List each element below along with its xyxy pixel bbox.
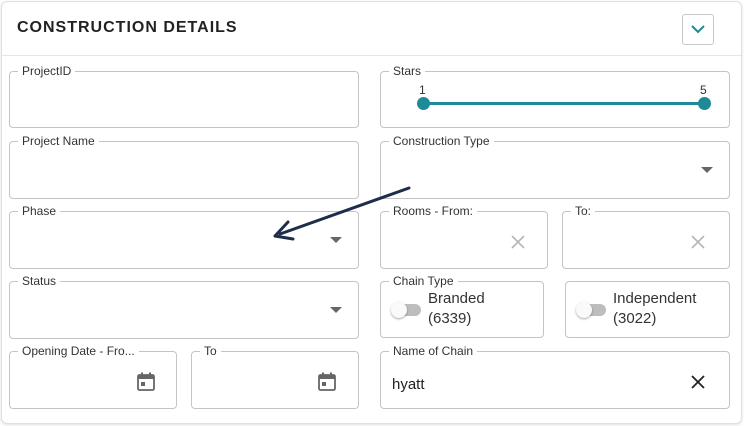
name-of-chain-label: Name of Chain [389, 344, 478, 358]
stars-slider-field: Stars [380, 64, 730, 128]
opening-date-from-label: Opening Date - Fro... [18, 344, 139, 358]
panel-header: CONSTRUCTION DETAILS [2, 2, 741, 56]
arrow-drop-down-icon [330, 237, 342, 243]
independent-option-count: (3022) [613, 310, 657, 327]
stars-slider-track[interactable] [423, 102, 705, 105]
status-select[interactable]: Status [9, 274, 359, 339]
stars-min-value: 1 [419, 83, 426, 97]
chevron-down-icon [691, 25, 705, 34]
project-name-field[interactable]: Project Name [9, 134, 359, 199]
name-of-chain-value[interactable]: hyatt [392, 376, 425, 393]
status-label: Status [18, 274, 61, 288]
rooms-to-field[interactable]: To: [562, 204, 730, 269]
rooms-from-label: Rooms - From: [389, 204, 478, 218]
opening-date-to-label: To [200, 344, 221, 358]
construction-type-select[interactable]: Construction Type [380, 134, 730, 199]
stars-slider-min-handle[interactable] [417, 97, 430, 110]
close-icon[interactable] [691, 235, 705, 249]
stars-slider-max-handle[interactable] [698, 97, 711, 110]
name-of-chain-field[interactable]: Name of Chain hyatt [380, 344, 730, 409]
project-id-field[interactable]: ProjectID [9, 64, 359, 128]
construction-type-label: Construction Type [389, 134, 494, 148]
project-name-label: Project Name [18, 134, 99, 148]
panel-title: CONSTRUCTION DETAILS [17, 19, 238, 36]
chain-type-label: Chain Type [389, 274, 458, 288]
phase-select[interactable]: Phase [9, 204, 359, 269]
arrow-drop-down-icon [701, 167, 713, 173]
arrow-drop-down-icon [330, 307, 342, 313]
close-icon[interactable] [511, 235, 525, 249]
independent-option-label[interactable]: Independent [613, 289, 696, 309]
independent-toggle-knob[interactable] [576, 302, 592, 318]
stars-max-value: 5 [700, 83, 707, 97]
phase-label: Phase [18, 204, 61, 218]
opening-date-to-field[interactable]: To [191, 344, 359, 409]
project-id-label: ProjectID [18, 64, 76, 78]
opening-date-from-field[interactable]: Opening Date - Fro... [9, 344, 177, 409]
branded-toggle-knob[interactable] [391, 302, 407, 318]
stars-label: Stars [389, 64, 426, 78]
calendar-icon[interactable] [318, 372, 336, 391]
rooms-from-field[interactable]: Rooms - From: [380, 204, 548, 269]
close-icon[interactable] [691, 375, 705, 389]
rooms-to-label: To: [571, 204, 596, 218]
calendar-icon[interactable] [137, 372, 155, 391]
collapse-button[interactable] [682, 14, 714, 45]
branded-option-count: (6339) [428, 310, 472, 327]
branded-option-label[interactable]: Branded [428, 289, 485, 309]
